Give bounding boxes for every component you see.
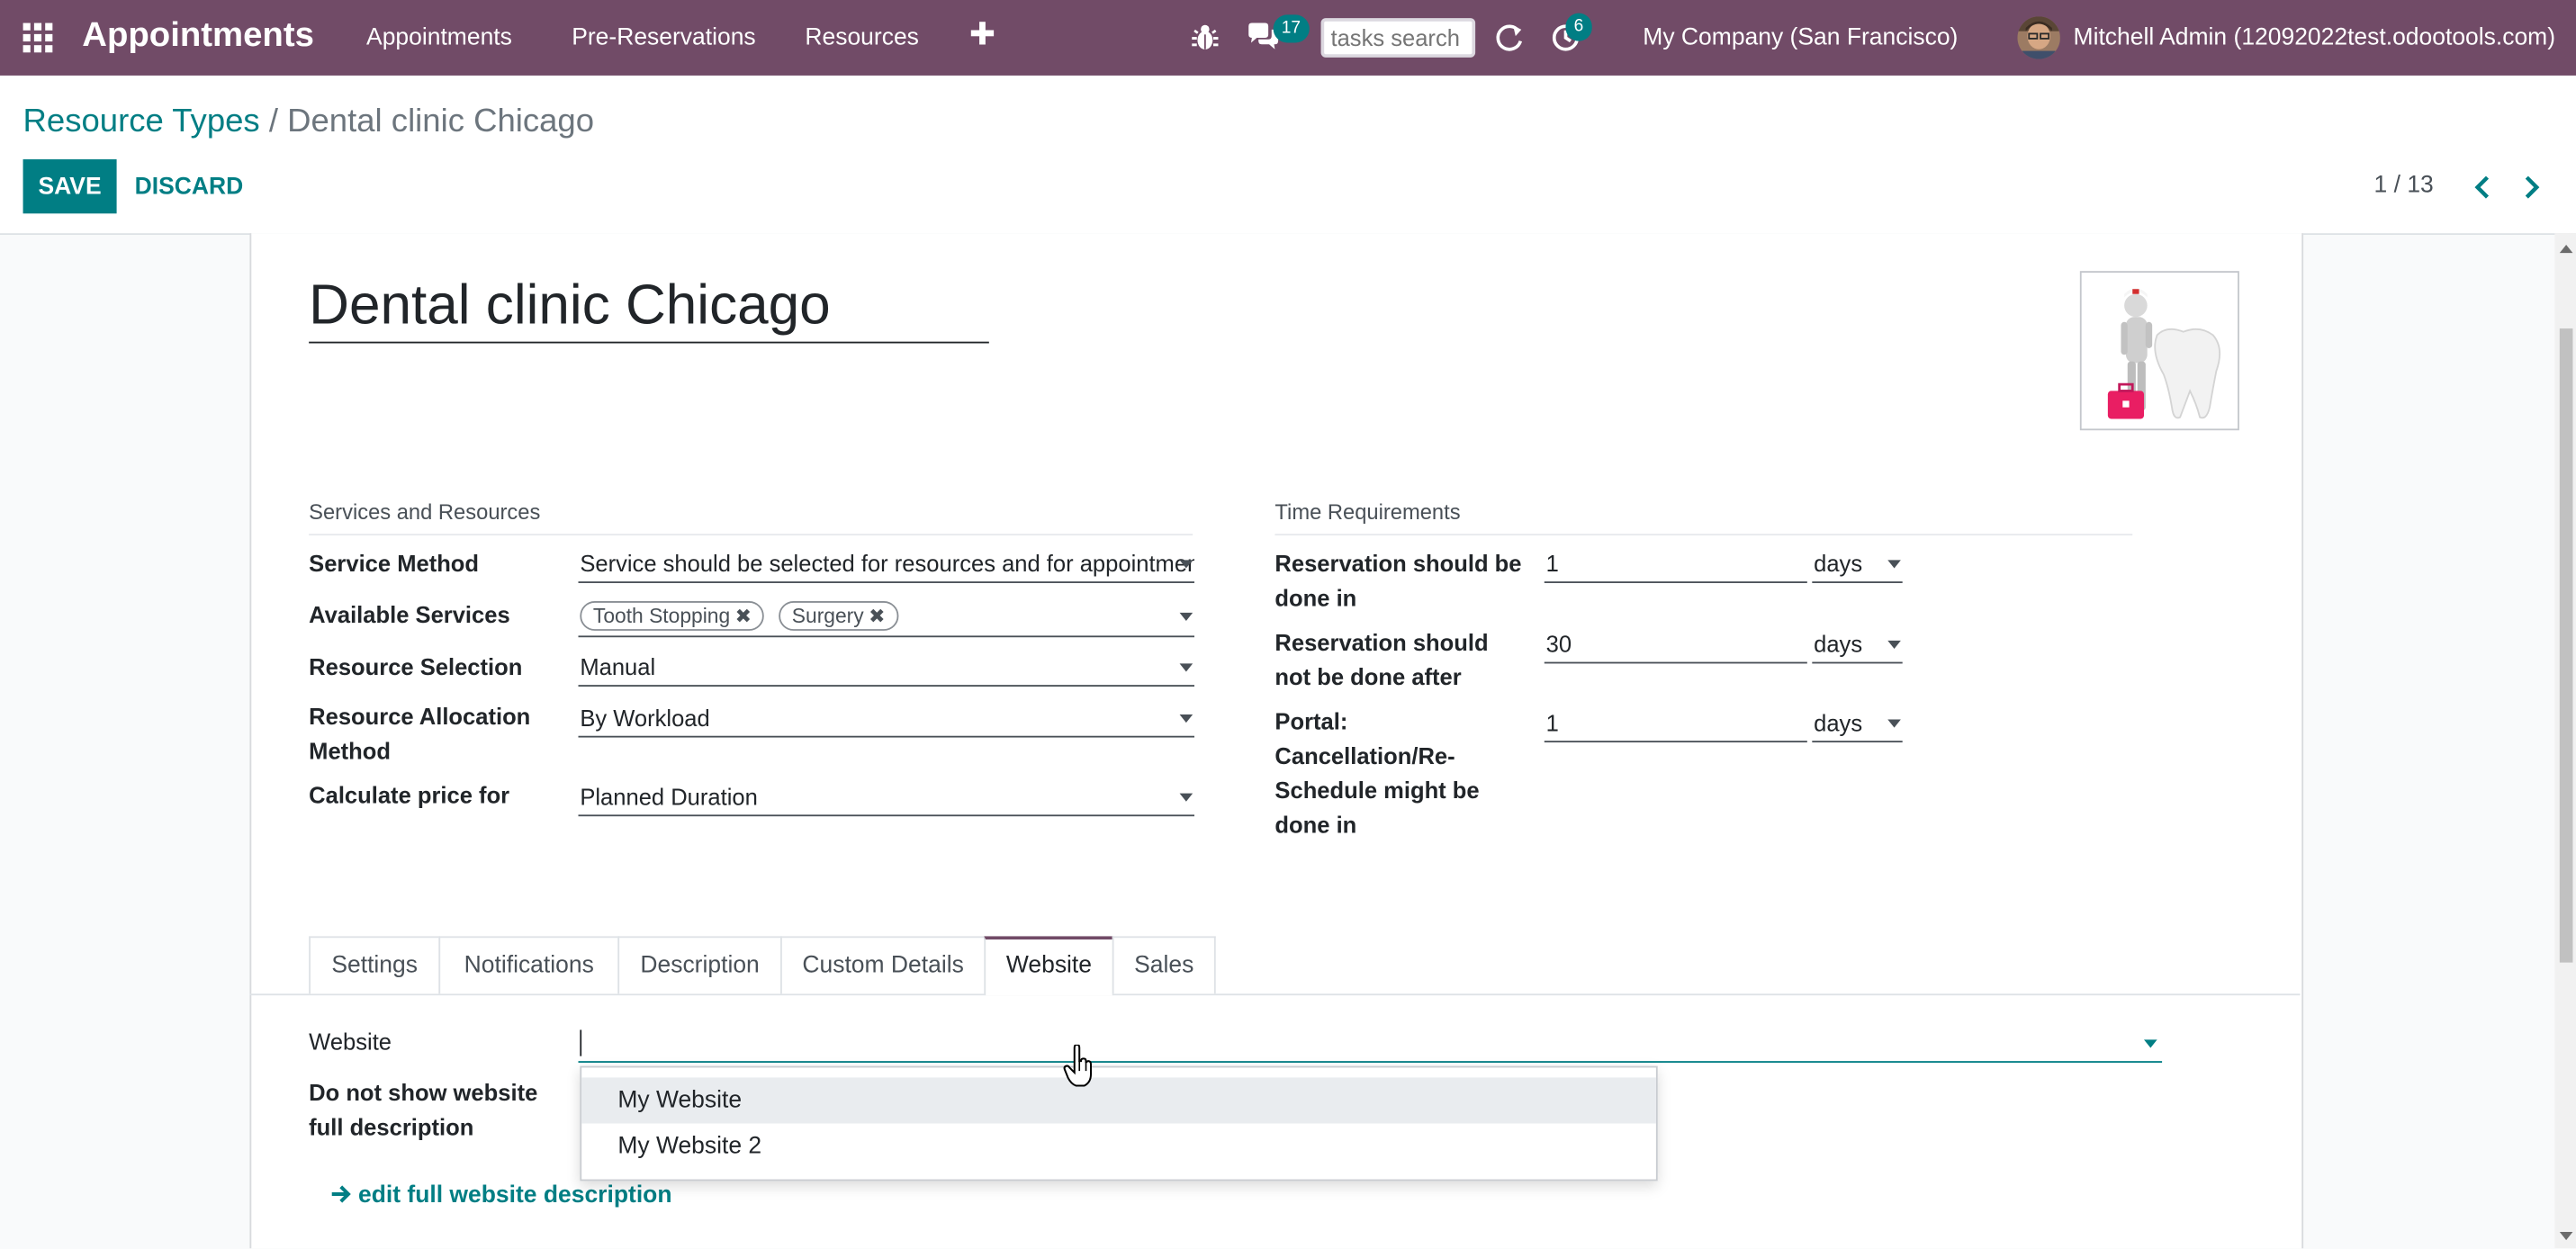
user-avatar[interactable] xyxy=(2017,16,2060,59)
calculate-price-value: Planned Duration xyxy=(580,783,758,810)
portal-cancellation-unit-select[interactable]: days xyxy=(1812,706,1903,743)
breadcrumb-separator: / xyxy=(268,103,278,140)
bug-icon[interactable] xyxy=(1191,22,1219,55)
resource-allocation-label: Resource Allocation Method xyxy=(309,703,531,764)
remove-tag-icon[interactable]: ✖ xyxy=(735,605,752,628)
reservation-not-after-unit: days xyxy=(1814,630,1863,658)
scroll-up-icon[interactable] xyxy=(2559,244,2573,254)
app-name[interactable]: Appointments xyxy=(82,16,314,56)
available-services-label: Available Services xyxy=(309,601,510,628)
reservation-not-after-label: Reservation should not be done after xyxy=(1274,629,1489,690)
pager-previous-icon[interactable] xyxy=(2466,171,2499,204)
service-tag: Tooth Stopping ✖ xyxy=(580,601,765,631)
dropdown-option-my-website-2[interactable]: My Website 2 xyxy=(581,1124,1656,1170)
time-requirements-title: Time Requirements xyxy=(1274,499,2133,536)
pager-next-icon[interactable] xyxy=(2516,171,2549,204)
discard-button[interactable]: DISCARD xyxy=(128,159,249,213)
reservation-done-in-value: 1 xyxy=(1545,550,1559,577)
apps-grid-icon[interactable] xyxy=(23,22,53,53)
services-resources-title: Services and Resources xyxy=(309,499,1193,536)
company-switcher[interactable]: My Company (San Francisco) xyxy=(1643,24,1958,50)
menu-pre-reservations[interactable]: Pre-Reservations xyxy=(572,24,755,50)
user-menu[interactable]: Mitchell Admin (12092022test.odootools.c… xyxy=(2074,24,2556,50)
service-method-label: Service Method xyxy=(309,550,480,577)
reservation-not-after-unit-select[interactable]: days xyxy=(1812,627,1903,664)
available-services-field[interactable]: Tooth Stopping ✖ Surgery ✖ xyxy=(578,599,1194,638)
breadcrumb-resource-types[interactable]: Resource Types xyxy=(23,103,260,139)
tab-settings[interactable]: Settings xyxy=(309,936,441,994)
chevron-down-icon xyxy=(1179,560,1193,569)
website-autocomplete-dropdown: My Website My Website 2 xyxy=(580,1065,1658,1182)
breadcrumb: Resource Types / Dental clinic Chicago xyxy=(23,103,594,141)
service-tag-label: Surgery xyxy=(791,604,864,628)
resource-type-image[interactable] xyxy=(2079,271,2239,431)
refresh-icon[interactable] xyxy=(1495,23,1525,53)
calculate-price-label: Calculate price for xyxy=(309,781,510,809)
chevron-down-icon xyxy=(1179,793,1193,802)
portal-cancellation-unit: days xyxy=(1814,709,1863,736)
dropdown-option-my-website[interactable]: My Website xyxy=(581,1077,1656,1124)
scroll-down-icon[interactable] xyxy=(2559,1231,2573,1241)
service-method-select[interactable]: Service should be selected for resources… xyxy=(578,547,1194,583)
reservation-not-after-input[interactable]: 30 xyxy=(1544,627,1807,664)
remove-tag-icon[interactable]: ✖ xyxy=(869,605,885,628)
resource-allocation-value: By Workload xyxy=(580,705,710,732)
pager-value[interactable]: 1 / 13 xyxy=(2374,173,2434,199)
resource-allocation-select[interactable]: By Workload xyxy=(578,701,1194,738)
service-tag: Surgery ✖ xyxy=(779,601,899,631)
control-panel: Resource Types / Dental clinic Chicago S… xyxy=(0,75,2576,236)
activity-count-badge: 6 xyxy=(1565,13,1592,41)
reservation-done-in-label: Reservation should be done in xyxy=(1274,550,1522,612)
chevron-down-icon xyxy=(1887,719,1901,728)
do-not-show-description-label: Do not show website full description xyxy=(309,1079,538,1140)
text-cursor xyxy=(580,1029,582,1056)
top-navbar: Appointments Appointments Pre-Reservatio… xyxy=(0,0,2576,76)
chevron-down-icon xyxy=(1887,640,1901,649)
portal-cancellation-value: 1 xyxy=(1545,709,1559,736)
resource-selection-value: Manual xyxy=(580,653,656,680)
chevron-down-icon[interactable] xyxy=(2144,1039,2157,1048)
edit-website-description-text: edit full website description xyxy=(357,1182,672,1209)
service-tag-label: Tooth Stopping xyxy=(592,604,731,628)
chevron-down-icon xyxy=(1179,612,1193,621)
arrow-right-icon xyxy=(331,1185,351,1203)
tasks-search-input[interactable] xyxy=(1320,18,1476,58)
reservation-done-in-unit-select[interactable]: days xyxy=(1812,547,1903,583)
chevron-down-icon xyxy=(1179,663,1193,672)
menu-appointments[interactable]: Appointments xyxy=(366,24,512,50)
portal-cancellation-input[interactable]: 1 xyxy=(1544,706,1807,743)
scrollbar-thumb[interactable] xyxy=(2559,328,2573,963)
menu-resources[interactable]: Resources xyxy=(805,24,919,50)
resource-selection-label: Resource Selection xyxy=(309,653,523,680)
tabs-divider xyxy=(249,993,2301,996)
breadcrumb-current: Dental clinic Chicago xyxy=(287,103,595,140)
website-input[interactable] xyxy=(578,1025,2163,1063)
reservation-done-in-input[interactable]: 1 xyxy=(1544,547,1807,583)
tab-notifications[interactable]: Notifications xyxy=(438,936,620,994)
chevron-down-icon xyxy=(1887,560,1901,569)
quick-create-plus-icon[interactable]: ✚ xyxy=(969,16,995,54)
website-label: Website xyxy=(309,1028,392,1055)
portal-cancellation-label: Portal: Cancellation/Re-Schedule might b… xyxy=(1274,707,1480,838)
calculate-price-select[interactable]: Planned Duration xyxy=(578,780,1194,817)
tab-sales[interactable]: Sales xyxy=(1112,936,1216,994)
save-button[interactable]: SAVE xyxy=(23,159,117,214)
resource-selection-select[interactable]: Manual xyxy=(578,651,1194,687)
tab-description[interactable]: Description xyxy=(617,936,782,994)
chevron-down-icon xyxy=(1179,714,1193,723)
edit-website-description-link[interactable]: edit full website description xyxy=(330,1182,672,1209)
resource-type-name-field[interactable]: Dental clinic Chicago xyxy=(309,273,989,344)
tab-custom-details[interactable]: Custom Details xyxy=(780,936,986,994)
chat-count-badge: 17 xyxy=(1273,14,1310,43)
service-method-value: Service should be selected for resources… xyxy=(580,550,1194,577)
tab-website[interactable]: Website xyxy=(984,936,1114,996)
reservation-done-in-unit: days xyxy=(1814,550,1863,577)
reservation-not-after-value: 30 xyxy=(1545,630,1572,658)
